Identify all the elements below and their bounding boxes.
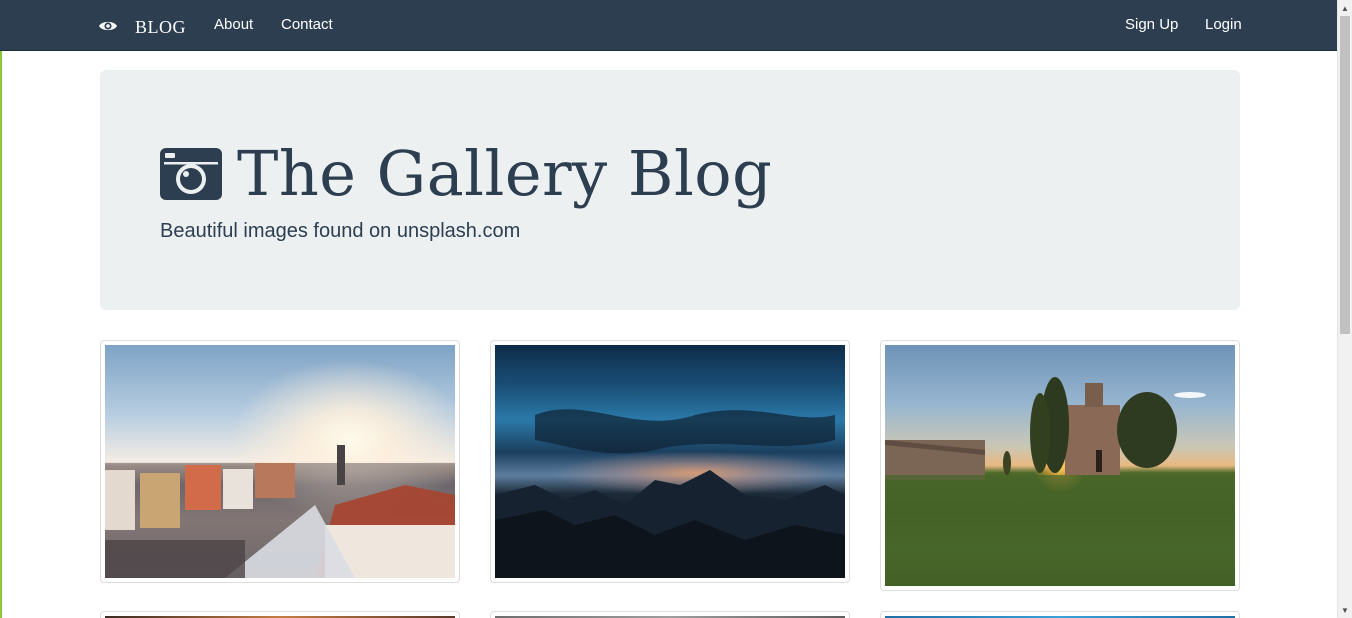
brand-link[interactable]: BLOG	[98, 14, 186, 38]
blue-cloud-mountain-photo	[495, 345, 845, 578]
page-title: The Gallery Blog	[159, 136, 772, 212]
brand-text: BLOG	[135, 17, 186, 37]
scroll-down-arrow-icon[interactable]: ▼	[1338, 603, 1352, 617]
nav-link-about[interactable]: About	[214, 16, 253, 34]
gallery-thumbnail[interactable]	[490, 611, 850, 618]
vertical-scrollbar[interactable]: ▲ ▼	[1337, 0, 1352, 618]
scrollbar-thumb[interactable]	[1340, 16, 1350, 334]
top-navbar: BLOG About Contact Sign Up Login	[0, 0, 1337, 51]
hero-jumbotron: The Gallery Blog Beautiful images found …	[100, 70, 1240, 310]
gallery-thumbnail[interactable]	[490, 340, 850, 583]
page: BLOG About Contact Sign Up Login The Gal…	[0, 0, 1352, 618]
church-cypress-sunset-photo	[885, 345, 1235, 586]
scroll-up-arrow-icon[interactable]: ▲	[1338, 1, 1352, 15]
nav-link-login[interactable]: Login	[1205, 16, 1242, 34]
hero-title-text: The Gallery Blog	[237, 137, 773, 210]
hero-subtitle: Beautiful images found on unsplash.com	[160, 220, 521, 242]
gallery-thumbnail[interactable]	[100, 340, 460, 583]
gallery-thumbnail[interactable]	[100, 611, 460, 618]
gallery-thumbnail[interactable]	[880, 340, 1240, 591]
camera-icon	[160, 148, 222, 200]
nav-link-contact[interactable]: Contact	[281, 16, 333, 34]
nav-link-sign-up[interactable]: Sign Up	[1125, 16, 1178, 34]
gallery-thumbnail[interactable]	[880, 611, 1240, 618]
town-sunset-photo	[105, 345, 455, 578]
window-edge	[0, 0, 2, 618]
eye-icon	[99, 21, 117, 31]
